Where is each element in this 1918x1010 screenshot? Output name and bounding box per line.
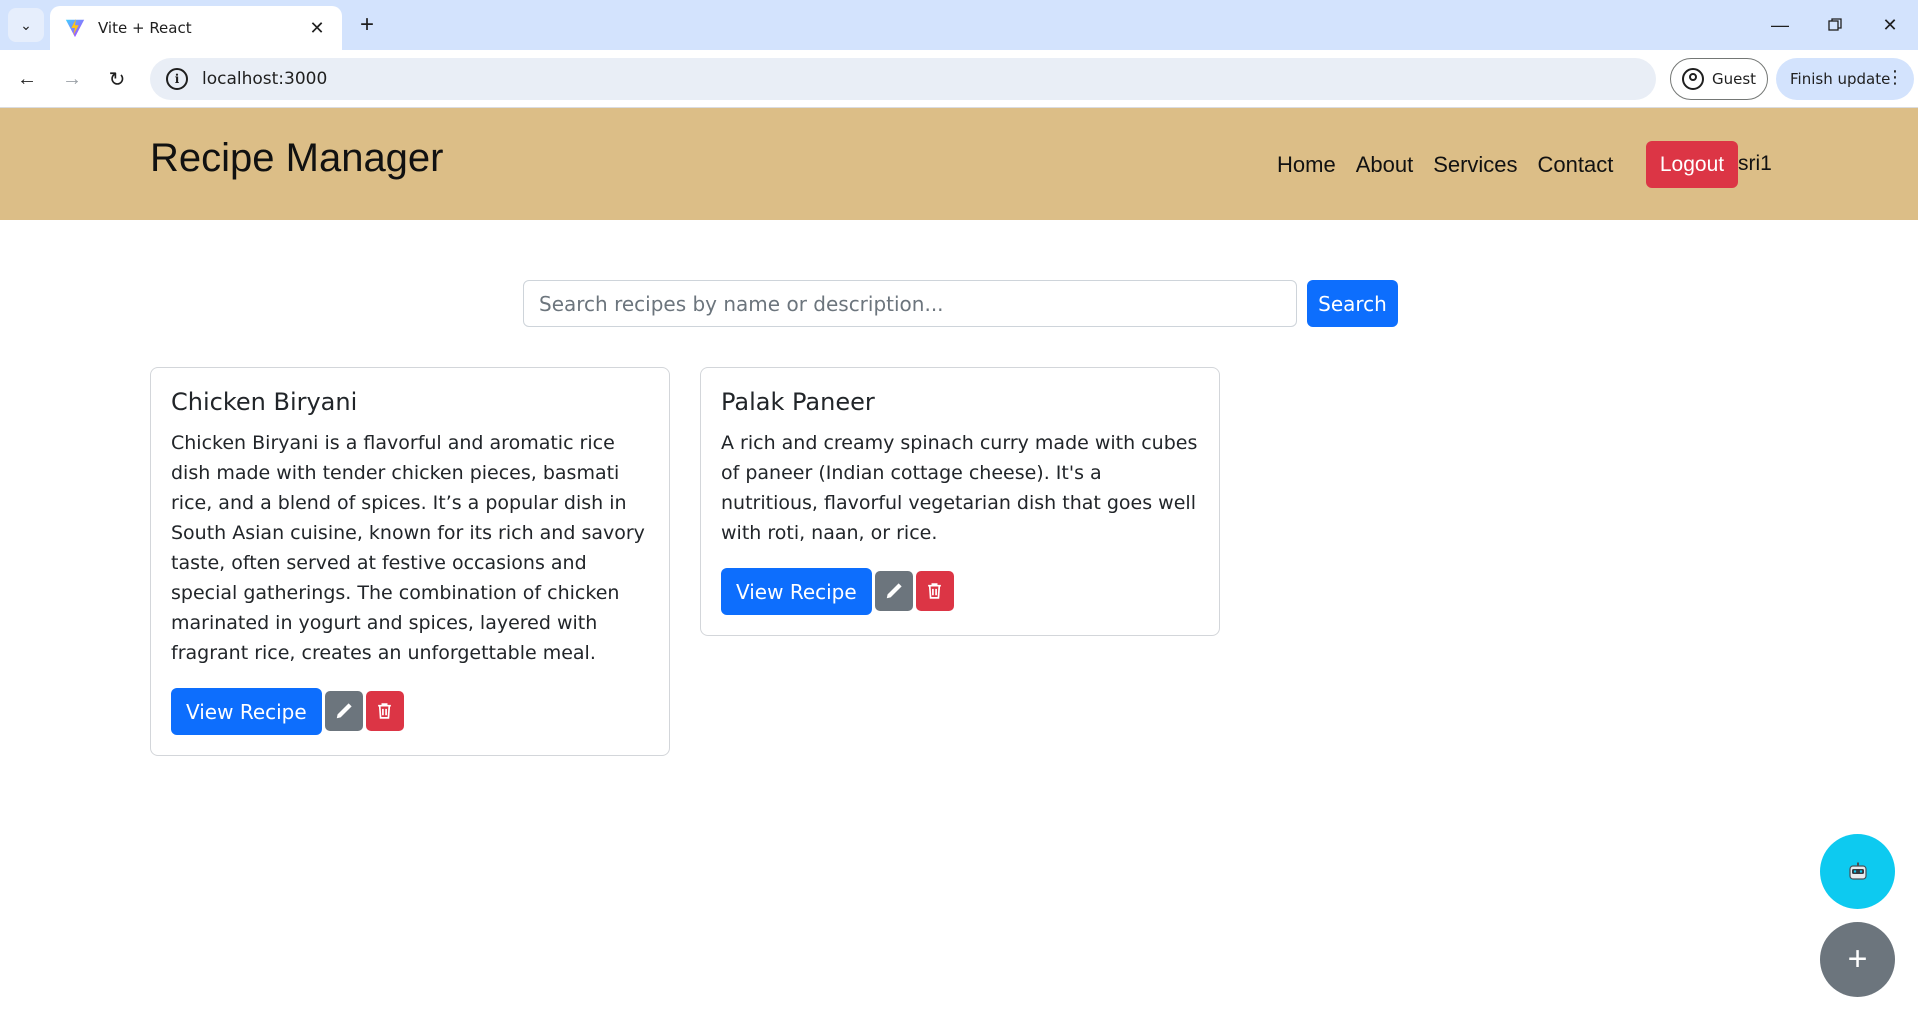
recipe-actions: View Recipe [171, 688, 649, 735]
app-navbar: Recipe Manager Home About Services Conta… [0, 108, 1918, 220]
browser-toolbar: ← → ↻ i localhost:3000 Guest Finish upda… [0, 50, 1918, 108]
nav-link-about[interactable]: About [1356, 152, 1414, 178]
new-tab-icon[interactable]: + [352, 10, 382, 40]
forward-arrow-icon[interactable]: → [55, 62, 89, 96]
search-button[interactable]: Search [1307, 280, 1398, 327]
nav-links: Home About Services Contact [1277, 152, 1633, 178]
restore-icon[interactable] [1810, 8, 1860, 42]
recipe-actions: View Recipe [721, 568, 1199, 615]
minimize-icon[interactable]: — [1755, 8, 1805, 42]
vite-logo-icon [65, 18, 85, 38]
nav-link-services[interactable]: Services [1433, 152, 1517, 178]
browser-tab[interactable]: Vite + React ✕ [50, 6, 342, 50]
brand-title[interactable]: Recipe Manager [150, 136, 444, 181]
reload-icon[interactable]: ↻ [100, 62, 134, 96]
profile-button[interactable]: Guest [1670, 58, 1768, 100]
delete-recipe-button[interactable] [915, 571, 954, 611]
edit-recipe-button[interactable] [324, 691, 363, 731]
trash-icon [928, 583, 942, 599]
chevron-down-icon: ⌄ [20, 16, 32, 33]
nav-link-home[interactable]: Home [1277, 152, 1336, 178]
tab-search-button[interactable]: ⌄ [8, 8, 44, 42]
address-bar[interactable]: i localhost:3000 [150, 58, 1656, 100]
robot-icon [1848, 862, 1867, 880]
site-info-icon[interactable]: i [166, 68, 188, 90]
add-recipe-button[interactable]: + [1820, 922, 1895, 997]
pencil-icon [336, 703, 352, 719]
more-vert-icon[interactable]: ⋮ [1886, 69, 1904, 87]
delete-recipe-button[interactable] [365, 691, 404, 731]
view-recipe-button[interactable]: View Recipe [171, 688, 322, 735]
finish-update-label: Finish update [1790, 70, 1891, 88]
close-window-icon[interactable]: ✕ [1865, 8, 1915, 42]
edit-recipe-button[interactable] [874, 571, 913, 611]
username: sri1 [1738, 152, 1772, 175]
url-text[interactable]: localhost:3000 [202, 69, 327, 89]
chatbot-button[interactable] [1820, 834, 1895, 909]
recipe-card: Palak Paneer A rich and creamy spinach c… [700, 367, 1220, 636]
trash-icon [378, 703, 392, 719]
view-recipe-button[interactable]: View Recipe [721, 568, 872, 615]
back-arrow-icon[interactable]: ← [10, 62, 44, 96]
browser-tab-bar: ⌄ Vite + React ✕ + — ✕ [0, 0, 1918, 50]
close-tab-icon[interactable]: ✕ [306, 18, 328, 39]
nav-link-contact[interactable]: Contact [1538, 152, 1614, 178]
profile-icon [1681, 68, 1704, 90]
recipe-title: Palak Paneer [721, 388, 875, 416]
recipe-description: Chicken Biryani is a flavorful and aroma… [171, 432, 645, 664]
logout-button[interactable]: Logout [1646, 141, 1738, 188]
tab-title: Vite + React [98, 19, 192, 37]
recipe-card: Chicken Biryani Chicken Biryani is a fla… [150, 367, 670, 756]
profile-label: Guest [1711, 70, 1757, 88]
search-input[interactable] [523, 280, 1297, 327]
pencil-icon [886, 583, 902, 599]
recipe-description: A rich and creamy spinach curry made wit… [721, 432, 1198, 544]
finish-update-button[interactable]: Finish update ⋮ [1776, 58, 1914, 100]
recipe-title: Chicken Biryani [171, 388, 358, 416]
